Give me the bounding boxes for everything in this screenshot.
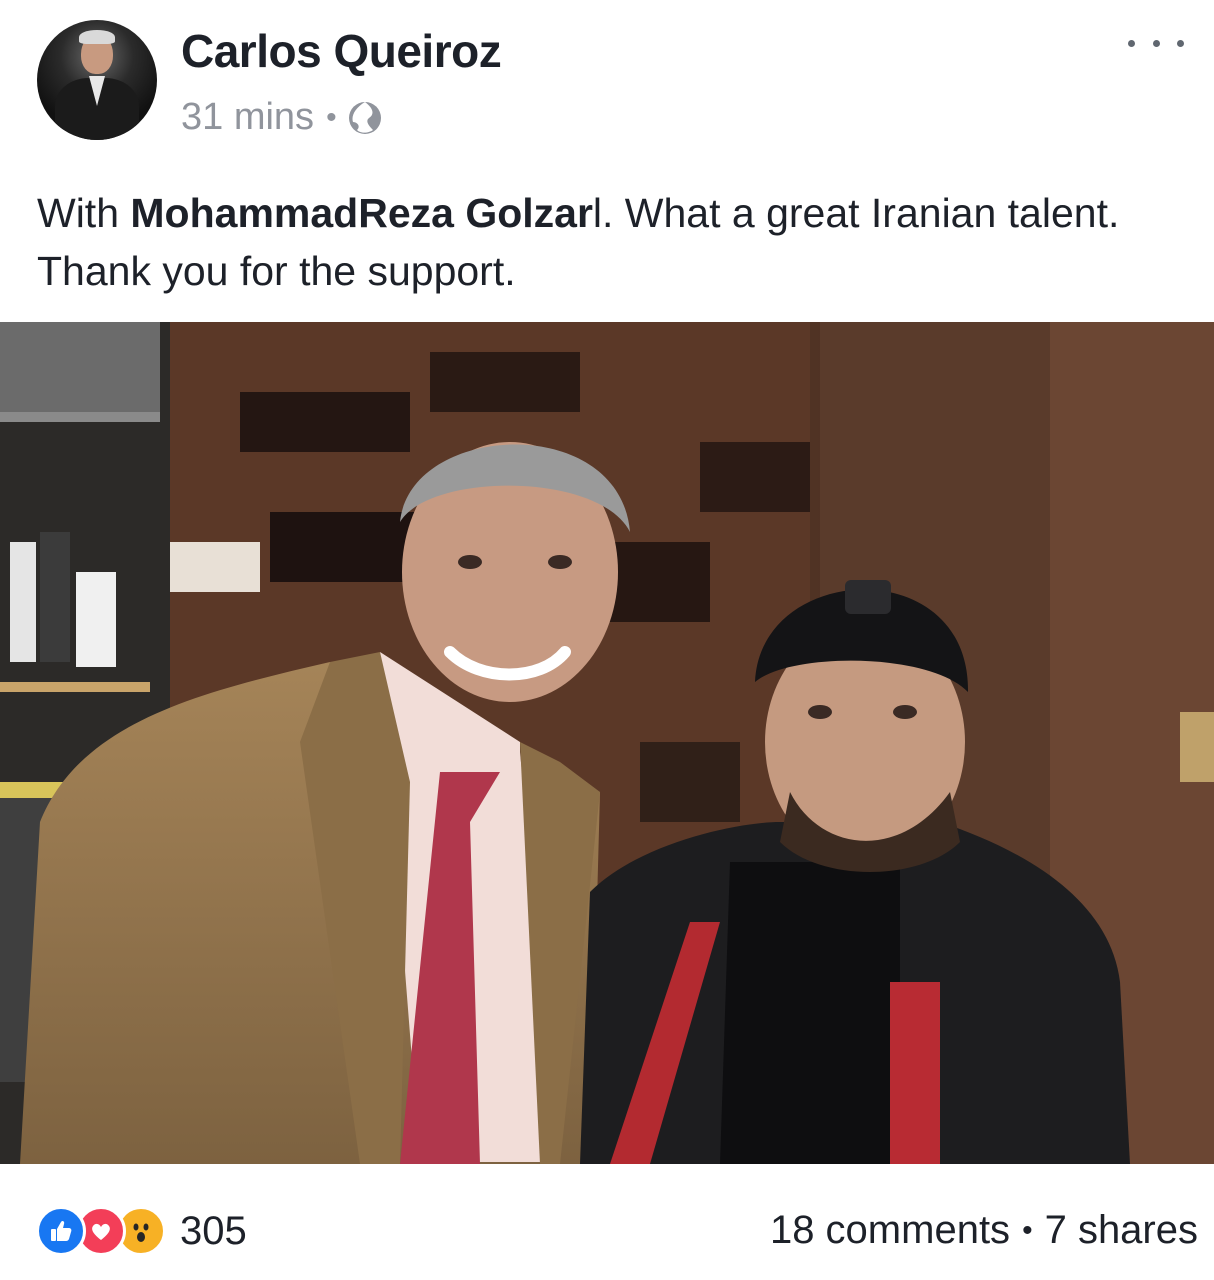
post-photo[interactable] — [0, 322, 1214, 1164]
reactions-summary[interactable]: 305 — [36, 1206, 247, 1256]
comments-count[interactable]: 18 comments — [770, 1208, 1010, 1253]
post-stats: 18 comments • 7 shares — [770, 1208, 1198, 1253]
post-header: Carlos Queiroz 31 mins • — [0, 0, 1214, 160]
post-footer: 305 18 comments • 7 shares — [0, 1164, 1214, 1280]
more-dot — [1177, 39, 1184, 47]
post-text: With MohammadReza Golzarl. What a great … — [37, 184, 1177, 300]
globe-icon[interactable] — [347, 100, 383, 136]
author-name[interactable]: Carlos Queiroz — [181, 24, 502, 78]
post-text-prefix: With — [37, 190, 131, 236]
more-dot — [1152, 39, 1160, 47]
avatar-hair — [79, 30, 115, 44]
stats-separator: • — [1022, 1213, 1033, 1247]
post-meta: 31 mins • — [181, 96, 383, 139]
more-dot — [1128, 39, 1135, 47]
author-avatar[interactable] — [37, 20, 157, 140]
more-options-icon[interactable] — [1128, 28, 1184, 58]
like-icon — [36, 1206, 86, 1256]
shares-count[interactable]: 7 shares — [1045, 1208, 1198, 1253]
post-time[interactable]: 31 mins — [181, 96, 314, 139]
reaction-count: 305 — [180, 1208, 247, 1253]
mention-link[interactable]: MohammadReza Golzar — [130, 190, 593, 236]
meta-separator: • — [326, 100, 337, 134]
